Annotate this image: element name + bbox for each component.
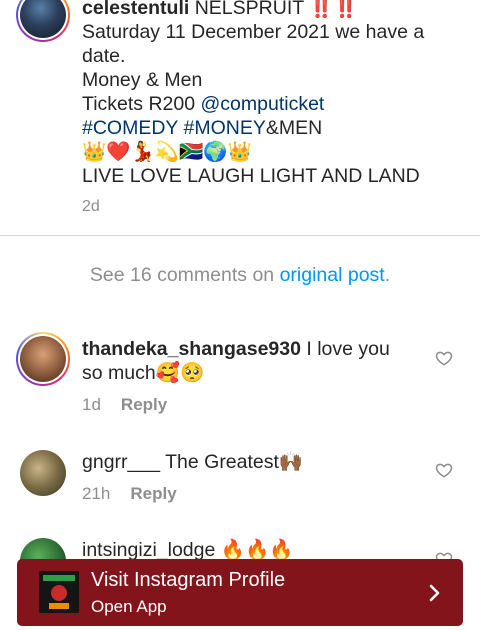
- hashtag-money[interactable]: #MONEY: [184, 117, 266, 139]
- reply-button[interactable]: Reply: [121, 395, 167, 414]
- comment-text: thandeka_shangase930 I love you so much🥰…: [82, 337, 412, 385]
- caption-location-mark: ‼️‼️: [309, 0, 358, 19]
- comment-username[interactable]: thandeka_shangase930: [82, 338, 301, 360]
- comment-meta: 21h Reply: [82, 484, 177, 504]
- caption-show-line: Money & Men: [82, 69, 203, 91]
- chevron-right-icon[interactable]: [422, 581, 446, 605]
- banner-subtitle: Open App: [91, 597, 167, 616]
- see-comments-text: See 16 comments on: [89, 264, 275, 286]
- caption-location: NELSPRUIT: [194, 0, 304, 19]
- author-avatar[interactable]: [16, 0, 70, 42]
- comment-body: 🔥🔥🔥: [215, 539, 294, 561]
- caption-motto: LIVE LOVE LAUGH LIGHT AND LAND: [82, 165, 420, 187]
- caption-tickets: Tickets R200: [82, 93, 196, 115]
- caption-date-line: Saturday 11 December 2021 we have a date…: [82, 21, 425, 67]
- caption-username[interactable]: celestentuli: [82, 0, 189, 19]
- visit-profile-banner[interactable]: Visit Instagram Profile Open App: [17, 559, 463, 626]
- post-caption: celestentuli NELSPRUIT ‼️‼️ Saturday 11 …: [0, 0, 480, 234]
- see-comments-suffix: .: [384, 264, 391, 286]
- divider: [0, 235, 480, 236]
- comment-body: The Greatest🙌🏾: [160, 451, 304, 473]
- original-post-link[interactable]: original post: [280, 264, 385, 286]
- caption-men: &MEN: [265, 117, 323, 139]
- profile-logo: [39, 571, 79, 613]
- see-comments: See 16 comments on original post.: [0, 264, 480, 287]
- commenter-avatar[interactable]: [20, 450, 66, 496]
- heart-icon[interactable]: [435, 461, 453, 479]
- caption-timestamp: 2d: [82, 198, 100, 215]
- caption-emoji-row: 👑❤️💃💫🇿🇦🌍👑: [82, 141, 252, 163]
- heart-icon[interactable]: [435, 349, 453, 367]
- commenter-avatar[interactable]: [16, 332, 70, 386]
- bottom-strip: [0, 626, 480, 630]
- comment-text: gngrr___ The Greatest🙌🏾: [82, 450, 412, 474]
- comment-time: 21h: [82, 484, 111, 503]
- caption-text: celestentuli NELSPRUIT ‼️‼️ Saturday 11 …: [82, 0, 462, 188]
- reply-button[interactable]: Reply: [130, 484, 176, 503]
- comment-username[interactable]: gngrr___: [82, 451, 160, 473]
- mention-computicket[interactable]: @computicket: [201, 93, 325, 115]
- comment-time: 1d: [82, 395, 101, 414]
- comment-meta: 1d Reply: [82, 395, 167, 415]
- comment-username[interactable]: intsingizi_lodge: [82, 539, 215, 561]
- hashtag-comedy[interactable]: #COMEDY: [82, 117, 178, 139]
- banner-title: Visit Instagram Profile: [91, 569, 286, 591]
